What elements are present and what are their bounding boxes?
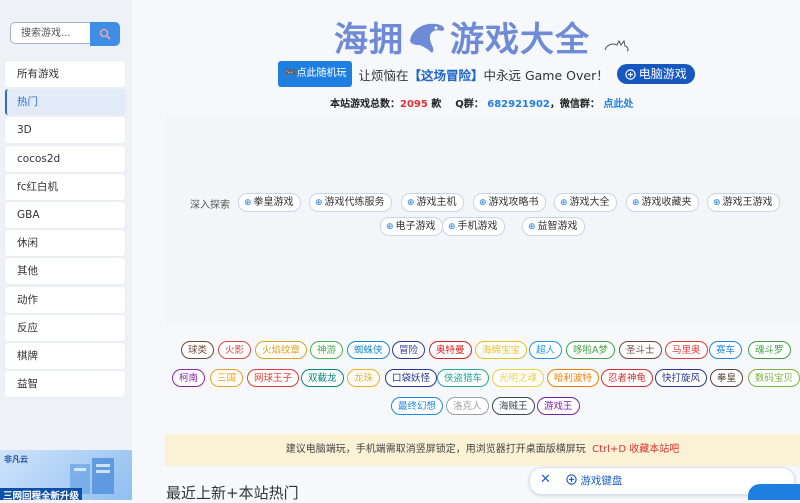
sidebar-item-all[interactable]: 所有游戏 <box>5 61 125 87</box>
tag-link[interactable]: 球类 <box>181 341 215 359</box>
explore-link-console[interactable]: ⊕ 游戏主机 <box>401 193 464 212</box>
promo-line: 🎮点此随机玩 让烦恼在 【这场冒险】 中永远 Game Over！ 电脑游戏 <box>278 61 695 87</box>
gamepad-icon: 🎮 <box>284 68 297 79</box>
pc-games-button[interactable]: 电脑游戏 <box>616 64 695 84</box>
ad-logo: 非凡云 <box>4 455 28 464</box>
site-stats: 本站游戏总数：2095 款 Q群： 682921902，微信群： 点此处 <box>330 99 634 110</box>
sidebar-item-casual[interactable]: 休闲 <box>5 230 125 257</box>
tag-link[interactable]: 网球王子 <box>247 369 300 387</box>
plus-circle-icon: ⊕ <box>407 198 415 208</box>
tag-link[interactable]: 快打旋风 <box>655 369 708 387</box>
sidebar-item-other[interactable]: 其他 <box>5 258 125 285</box>
tag-link[interactable]: 龙珠 <box>347 369 381 387</box>
tag-link[interactable]: 双截龙 <box>301 369 344 387</box>
site-title-right: 游戏大全 <box>450 20 590 60</box>
explore-link-mobile[interactable]: ⊕ 手机游戏 <box>442 217 505 236</box>
tag-link[interactable]: 数码宝贝 <box>748 369 800 387</box>
plus-circle-icon: ⊕ <box>448 222 456 232</box>
plus-circle-icon: ⊕ <box>528 222 536 232</box>
sidebar-item-cocos2d[interactable]: cocos2d <box>5 145 125 172</box>
search-box: 搜索游戏... <box>10 22 120 46</box>
floating-action-button[interactable] <box>748 484 800 500</box>
site-title-left: 海拥 <box>334 20 404 60</box>
tag-link[interactable]: 忍者神龟 <box>601 369 654 387</box>
ad-text: 三网回程全新升级 <box>0 488 83 500</box>
explore-link-electronic[interactable]: ⊕ 电子游戏 <box>380 217 443 236</box>
explore-label: 深入探索 <box>190 200 230 211</box>
plus-circle-icon: ⊕ <box>315 198 323 208</box>
tag-link[interactable]: 魂斗罗 <box>748 341 791 359</box>
site-title: 海拥 游戏大全 <box>334 12 590 61</box>
tag-link[interactable]: 光明之魂 <box>492 369 545 387</box>
tag-link[interactable]: 三国 <box>210 369 244 387</box>
plus-circle-icon: ⊕ <box>479 198 487 208</box>
dolphin-logo-icon <box>410 23 445 53</box>
notice-banner: 建议电脑端玩，手机端需取消竖屏锁定，用浏览器打开桌面版横屏玩 Ctrl+D 收藏… <box>165 434 800 466</box>
sidebar: 搜索游戏... 所有游戏 热门 3D cocos2d fc红白机 GBA 休闲 … <box>0 0 132 500</box>
search-icon <box>99 28 111 40</box>
plus-circle-icon: ⊕ <box>386 222 394 232</box>
tag-link[interactable]: 柯南 <box>172 369 206 387</box>
tag-link[interactable]: 圣斗士 <box>619 341 662 359</box>
wechat-group-link[interactable]: 点此处 <box>603 99 633 110</box>
tag-link[interactable]: 蜘蛛侠 <box>347 341 390 359</box>
close-icon[interactable]: ✕ <box>540 472 551 487</box>
sidebar-item-board[interactable]: 棋牌 <box>5 342 125 369</box>
tag-link[interactable]: 神游 <box>310 341 344 359</box>
sidebar-item-reaction[interactable]: 反应 <box>5 314 125 341</box>
explore-link-kof[interactable]: ⊕ 拳皇游戏 <box>238 193 301 212</box>
sidebar-ad-banner[interactable]: 非凡云 三网回程全新升级 <box>0 450 132 500</box>
sidebar-item-fc[interactable]: fc红白机 <box>5 173 125 200</box>
plus-circle-icon: ⊕ <box>560 198 568 208</box>
tag-link[interactable]: 冒险 <box>392 341 426 359</box>
cat-doodle-icon <box>604 39 629 52</box>
search-input[interactable]: 搜索游戏... <box>10 22 92 44</box>
tag-link[interactable]: 火焰纹章 <box>255 341 308 359</box>
sidebar-item-puzzle[interactable]: 益智 <box>5 371 125 398</box>
category-menu: 所有游戏 热门 3D cocos2d fc红白机 GBA 休闲 其他 动作 反应… <box>5 61 125 399</box>
tag-link[interactable]: 超人 <box>529 341 563 359</box>
search-button[interactable] <box>90 22 120 46</box>
tag-link[interactable]: 口袋妖怪 <box>385 369 438 387</box>
plus-circle-icon: ⊕ <box>632 198 640 208</box>
explore-link-allgames[interactable]: ⊕ 游戏大全 <box>554 193 617 212</box>
bookmark-shortcut: Ctrl+D 收藏本站吧 <box>592 444 680 455</box>
notice-text: 建议电脑端玩，手机端需取消竖屏锁定，用浏览器打开桌面版横屏玩 <box>285 444 586 455</box>
sidebar-item-gba[interactable]: GBA <box>5 201 125 228</box>
plus-circle-icon <box>566 474 577 485</box>
total-game-count: 2095 <box>400 99 428 110</box>
random-play-button[interactable]: 🎮点此随机玩 <box>278 61 353 87</box>
tag-link[interactable]: 火影 <box>218 341 252 359</box>
sidebar-item-hot[interactable]: 热门 <box>5 89 125 116</box>
tag-link[interactable]: 奥特曼 <box>429 341 472 359</box>
tag-link[interactable]: 哆啦A梦 <box>566 341 615 359</box>
sidebar-item-action[interactable]: 动作 <box>5 286 125 313</box>
explore-link-favorites[interactable]: ⊕ 游戏收藏夹 <box>626 193 699 212</box>
explore-link-guide[interactable]: ⊕ 游戏攻略书 <box>473 193 546 212</box>
explore-link-yugioh[interactable]: ⊕ 游戏王游戏 <box>707 193 780 212</box>
tag-link[interactable]: 哈利波特 <box>547 369 600 387</box>
explore-link-boosting[interactable]: ⊕ 游戏代练服务 <box>309 193 392 212</box>
promo-suffix: 中永远 Game Over！ <box>483 67 609 83</box>
tag-link[interactable]: 海贼王 <box>492 397 535 415</box>
plus-circle-icon: ⊕ <box>244 198 252 208</box>
tag-link[interactable]: 拳皇 <box>710 369 744 387</box>
qq-group-number: 682921902 <box>487 99 550 110</box>
tag-link[interactable]: 马里奥 <box>665 341 708 359</box>
tag-link[interactable]: 侠盗猎车 <box>437 369 490 387</box>
tag-link[interactable]: 最终幻想 <box>391 397 444 415</box>
tag-link[interactable]: 赛车 <box>709 341 743 359</box>
tag-link[interactable]: 游戏王 <box>537 397 580 415</box>
sidebar-item-3d[interactable]: 3D <box>5 117 125 144</box>
promo-highlight: 【这场冒险】 <box>408 67 484 83</box>
tag-link[interactable]: 洛克人 <box>446 397 489 415</box>
tag-link[interactable]: 海绵宝宝 <box>475 341 528 359</box>
promo-prefix: 让烦恼在 <box>358 67 409 83</box>
explore-link-puzzle[interactable]: ⊕ 益智游戏 <box>522 217 585 236</box>
plus-circle-icon <box>625 68 636 80</box>
game-keyboard-button[interactable]: 游戏键盘 <box>566 473 622 488</box>
plus-circle-icon: ⊕ <box>713 198 721 208</box>
